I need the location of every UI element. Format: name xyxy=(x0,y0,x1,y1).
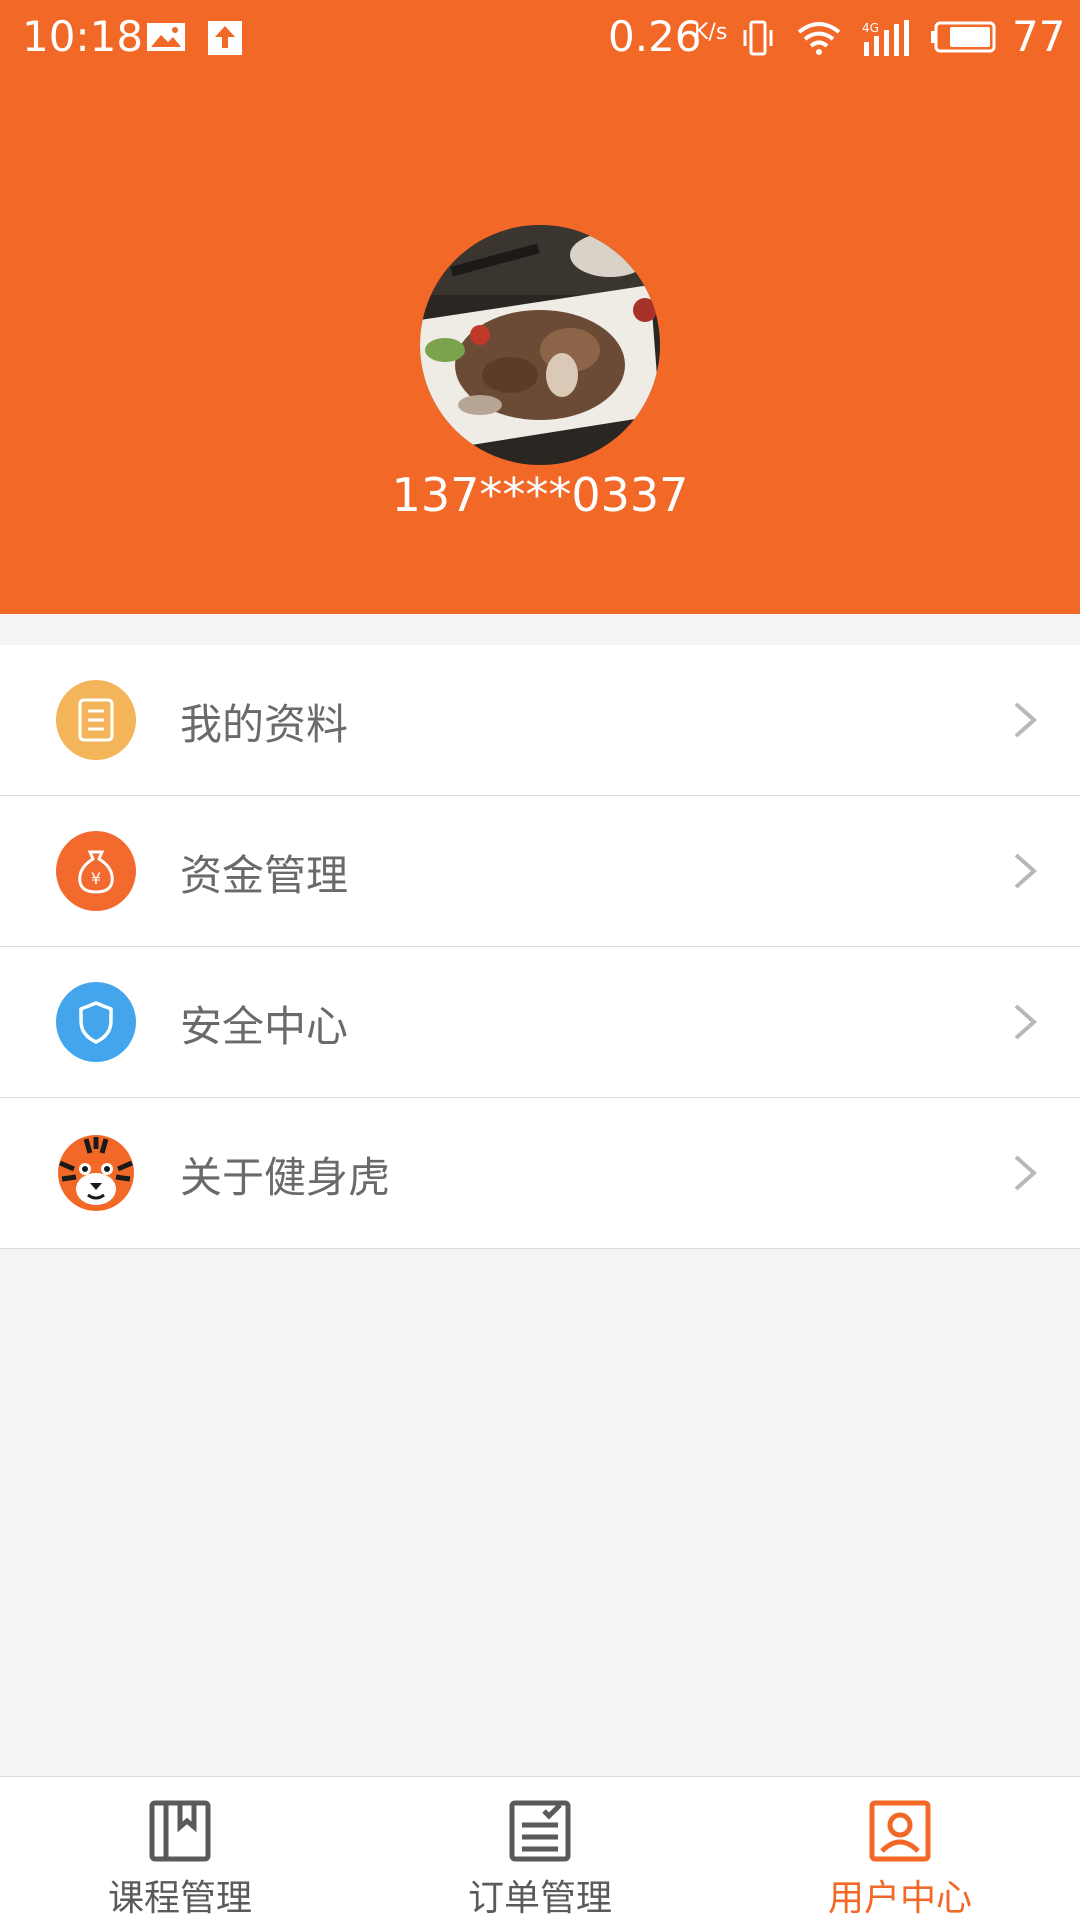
tab-order-management[interactable]: 订单管理 xyxy=(360,1777,720,1921)
network-speed-unit: K/s xyxy=(694,20,728,45)
wifi-icon xyxy=(797,22,841,55)
document-icon xyxy=(56,680,136,760)
bottom-tab-bar: 课程管理 订单管理 用户中心 xyxy=(0,1776,1080,1921)
shield-icon xyxy=(56,982,136,1062)
image-notification-icon xyxy=(147,23,185,51)
menu-item-security[interactable]: 安全中心 xyxy=(0,947,1080,1098)
menu-item-label: 我的资料 xyxy=(180,700,349,749)
chevron-right-icon xyxy=(1014,1004,1038,1040)
battery-level: 77 xyxy=(1012,12,1066,61)
vibrate-icon xyxy=(743,20,773,56)
book-icon xyxy=(149,1800,211,1862)
username: 137****0337 xyxy=(391,468,689,522)
upload-notification-icon xyxy=(208,21,242,55)
tiger-logo-icon xyxy=(56,1133,136,1213)
settings-menu: 我的资料 ¥ 资金管理 安全中心 关于健身虎 xyxy=(0,645,1080,1249)
avatar-photo xyxy=(420,225,660,465)
svg-text:¥: ¥ xyxy=(91,869,101,888)
tab-label: 用户中心 xyxy=(827,1878,972,1919)
menu-item-funds[interactable]: ¥ 资金管理 xyxy=(0,796,1080,947)
signal-4g-icon: 4G xyxy=(862,20,909,56)
status-bar: 10:18 0.26 K/s 4G 77 xyxy=(0,0,1080,76)
chevron-right-icon xyxy=(1014,853,1038,889)
order-list-icon xyxy=(509,1800,571,1862)
avatar[interactable] xyxy=(420,225,660,465)
menu-item-label: 资金管理 xyxy=(180,851,349,900)
user-icon xyxy=(869,1800,931,1862)
tab-course-management[interactable]: 课程管理 xyxy=(0,1777,360,1921)
status-time: 10:18 xyxy=(22,12,144,61)
tab-label: 课程管理 xyxy=(107,1878,252,1919)
menu-item-label: 关于健身虎 xyxy=(180,1153,391,1202)
chevron-right-icon xyxy=(1014,1155,1038,1191)
profile-header: 10:18 0.26 K/s 4G 77 137****0337 xyxy=(0,0,1080,614)
tab-label: 订单管理 xyxy=(467,1878,612,1919)
menu-item-label: 安全中心 xyxy=(180,1002,349,1051)
network-speed: 0.26 xyxy=(608,12,702,61)
chevron-right-icon xyxy=(1014,702,1038,738)
battery-icon xyxy=(931,21,996,53)
svg-text:4G: 4G xyxy=(862,21,879,35)
money-bag-icon: ¥ xyxy=(56,831,136,911)
menu-item-profile[interactable]: 我的资料 xyxy=(0,645,1080,796)
menu-item-about[interactable]: 关于健身虎 xyxy=(0,1098,1080,1249)
tab-user-center[interactable]: 用户中心 xyxy=(720,1777,1080,1921)
